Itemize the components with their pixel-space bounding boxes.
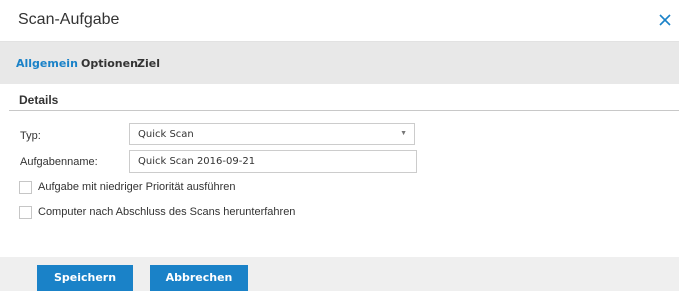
chevron-down-icon: ▼ bbox=[400, 130, 407, 137]
shutdown-label: Computer nach Abschluss des Scans herunt… bbox=[38, 206, 296, 218]
details-section-header: Details bbox=[9, 86, 679, 111]
task-name-label: Aufgabenname: bbox=[20, 156, 98, 168]
cancel-button[interactable]: Abbrechen bbox=[150, 265, 248, 291]
dialog-title: Scan-Aufgabe bbox=[18, 11, 120, 28]
type-label: Typ: bbox=[20, 130, 41, 142]
tab-ziel[interactable]: Ziel bbox=[137, 57, 160, 70]
shutdown-checkbox[interactable] bbox=[19, 206, 32, 219]
tab-optionen[interactable]: Optionen bbox=[81, 57, 138, 70]
scan-task-dialog: Scan-Aufgabe Allgemein Optionen Ziel Det… bbox=[0, 0, 679, 291]
low-priority-label: Aufgabe mit niedriger Priorität ausführe… bbox=[38, 181, 236, 193]
dialog-titlebar: Scan-Aufgabe bbox=[0, 0, 679, 42]
type-select[interactable]: Quick Scan ▼ bbox=[129, 123, 415, 145]
section-title: Details bbox=[19, 93, 59, 107]
low-priority-checkbox[interactable] bbox=[19, 181, 32, 194]
type-select-value: Quick Scan bbox=[138, 129, 194, 140]
close-icon[interactable] bbox=[657, 12, 673, 28]
save-button[interactable]: Speichern bbox=[37, 265, 133, 291]
tab-allgemein[interactable]: Allgemein bbox=[16, 57, 78, 70]
task-name-input[interactable] bbox=[129, 150, 417, 173]
tab-bar: Allgemein Optionen Ziel bbox=[0, 42, 679, 84]
